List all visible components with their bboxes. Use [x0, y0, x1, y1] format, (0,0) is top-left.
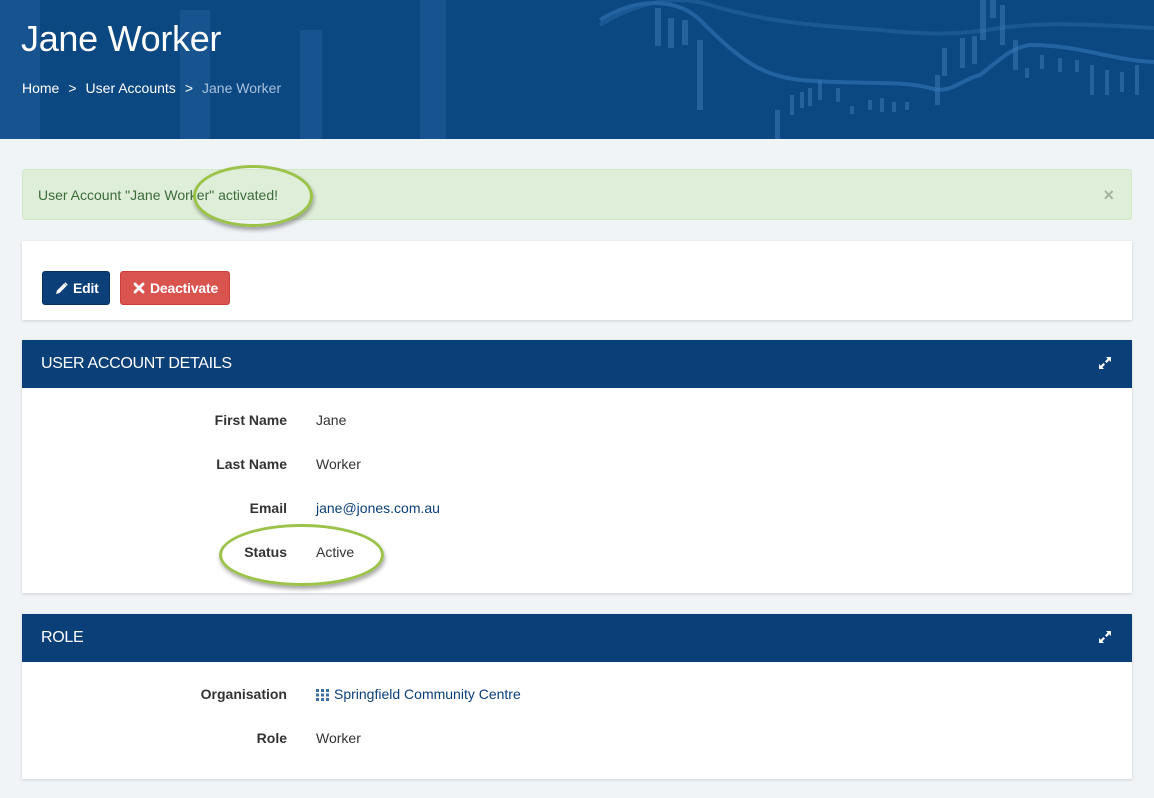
field-label: First Name	[214, 412, 287, 428]
user-account-details-panel: USER ACCOUNT DETAILS First Name Jane Las…	[22, 340, 1132, 593]
status-value: Active	[316, 544, 355, 560]
field-label: Status	[244, 544, 287, 560]
role-row-role: Role Worker	[22, 730, 1132, 750]
role-row-organisation: Organisation Springfield Community Centr…	[22, 686, 1132, 706]
page-title: Jane Worker	[21, 18, 222, 59]
grid-icon	[316, 688, 329, 701]
expand-icon[interactable]	[1098, 630, 1112, 649]
breadcrumb-current: Jane Worker	[202, 80, 282, 96]
field-value: Worker	[316, 456, 361, 472]
x-icon	[133, 282, 145, 294]
expand-icon[interactable]	[1098, 356, 1112, 375]
breadcrumb-separator: >	[68, 80, 77, 96]
organisation-name: Springfield Community Centre	[334, 686, 521, 702]
breadcrumb: Home > User Accounts > Jane Worker	[22, 80, 281, 96]
field-label: Role	[256, 730, 287, 746]
detail-row-first-name: First Name Jane	[22, 412, 1132, 432]
alert-message: User Account "Jane Worker" activated!	[38, 186, 279, 203]
breadcrumb-home[interactable]: Home	[22, 80, 59, 96]
field-value: Worker	[316, 730, 361, 746]
field-label: Organisation	[200, 686, 287, 702]
detail-row-email: Email jane@jones.com.au	[22, 500, 1132, 520]
pencil-icon	[55, 281, 68, 295]
success-alert: User Account "Jane Worker" activated! ×	[22, 169, 1132, 220]
detail-row-last-name: Last Name Worker	[22, 456, 1132, 476]
panel-header: ROLE	[22, 614, 1132, 662]
field-label: Email	[249, 500, 287, 516]
deactivate-button[interactable]: Deactivate	[120, 271, 230, 305]
panel-title: USER ACCOUNT DETAILS	[41, 355, 232, 372]
role-panel: ROLE Organisation Springfield Community …	[22, 614, 1132, 779]
detail-row-status: Status Active	[22, 544, 1132, 564]
field-label: Last Name	[216, 456, 287, 472]
organisation-link[interactable]: Springfield Community Centre	[316, 686, 521, 702]
deactivate-button-label: Deactivate	[150, 280, 219, 296]
alert-close-button[interactable]: ×	[1103, 186, 1114, 204]
page-header: Jane Worker Home > User Accounts > Jane …	[0, 0, 1154, 139]
panel-header: USER ACCOUNT DETAILS	[22, 340, 1132, 388]
breadcrumb-user-accounts[interactable]: User Accounts	[86, 80, 176, 96]
field-value: Jane	[316, 412, 347, 428]
actions-card: Edit Deactivate	[22, 241, 1132, 320]
edit-button[interactable]: Edit	[42, 271, 110, 305]
email-link[interactable]: jane@jones.com.au	[316, 500, 440, 516]
breadcrumb-separator: >	[184, 80, 193, 96]
edit-button-label: Edit	[73, 280, 99, 296]
panel-title: ROLE	[41, 629, 84, 646]
